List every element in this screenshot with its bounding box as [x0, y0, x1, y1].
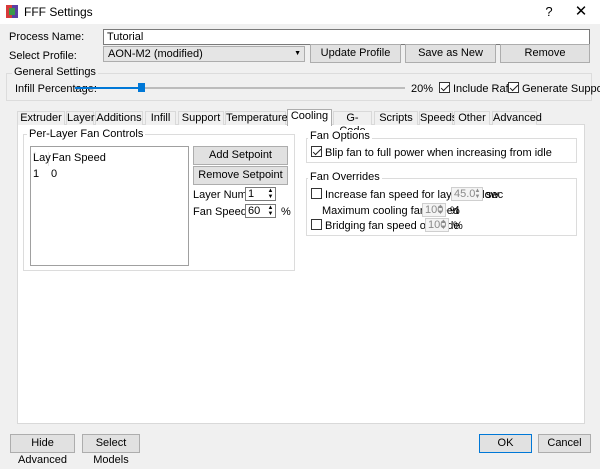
infill-percentage-label: Infill Percentage:	[15, 83, 97, 95]
remove-setpoint-button[interactable]: Remove Setpoint	[193, 166, 288, 185]
process-name-label: Process Name:	[9, 31, 85, 43]
bridging-unit: %	[453, 220, 463, 232]
include-raft-checkbox[interactable]	[439, 82, 450, 93]
fan-speed-spinner[interactable]: 60 ▲ ▼	[245, 204, 276, 218]
fan-options-title: Fan Options	[308, 130, 372, 142]
app-icon	[6, 5, 18, 18]
max-cooling-unit: %	[450, 205, 460, 217]
layer-number-value: 1	[248, 188, 255, 200]
infill-percentage-value: 20%	[411, 83, 434, 95]
save-as-new-button[interactable]: Save as New	[405, 44, 496, 63]
general-settings-title: General Settings	[12, 66, 98, 78]
layer-time-value: 45.0	[454, 188, 476, 200]
bridging-override-checkbox[interactable]	[311, 219, 322, 230]
fan-speed-unit: %	[281, 206, 291, 218]
tab-layer[interactable]: Layer	[66, 111, 95, 125]
profile-select[interactable]: AON-M2 (modified) ▼	[103, 46, 305, 62]
list-item-layer: 1	[33, 168, 40, 180]
generate-support-checkbox[interactable]	[508, 82, 519, 93]
fan-speed-value: 60	[248, 205, 261, 217]
tab-cooling[interactable]: Cooling	[287, 109, 332, 126]
layer-number-spinner[interactable]: 1 ▲ ▼	[245, 187, 276, 201]
list-header-layer[interactable]: Lay	[33, 152, 51, 166]
list-item-fan-speed: 0	[51, 168, 58, 180]
generate-support-label: Generate Support	[522, 83, 600, 95]
process-name-input[interactable]: Tutorial	[103, 29, 590, 45]
tab-infill[interactable]: Infill	[145, 111, 176, 125]
cancel-button[interactable]: Cancel	[538, 434, 591, 453]
blip-fan-checkbox[interactable]	[311, 146, 322, 157]
fan-speed-label: Fan Speed	[193, 206, 247, 218]
max-cooling-spinner[interactable]: 100 ▲ ▼	[422, 203, 446, 217]
layer-time-spinner[interactable]: 45.0 ▲ ▼	[451, 187, 483, 201]
tab-support[interactable]: Support	[178, 111, 224, 125]
tab-extruder[interactable]: Extruder	[17, 111, 65, 125]
remove-profile-button[interactable]: Remove	[500, 44, 590, 63]
tab-temperature[interactable]: Temperature	[225, 111, 288, 125]
tab-advanced[interactable]: Advanced	[492, 111, 542, 125]
layer-time-unit: sec	[486, 189, 504, 201]
spin-down-icon[interactable]: ▼	[267, 211, 274, 217]
tab-g-code[interactable]: G-Code	[333, 111, 372, 137]
fan-setpoint-list[interactable]: ^ Lay Fan Speed 1 0	[30, 146, 189, 266]
list-item[interactable]: 1 0	[32, 168, 182, 182]
ok-button[interactable]: OK	[479, 434, 532, 453]
add-setpoint-button[interactable]: Add Setpoint	[193, 146, 288, 165]
infill-slider-thumb[interactable]	[138, 83, 145, 92]
close-button[interactable]: ✕	[566, 0, 596, 24]
spin-down-icon[interactable]: ▼	[474, 194, 481, 200]
spin-down-icon[interactable]: ▼	[440, 225, 447, 231]
window-title: FFF Settings	[24, 5, 93, 19]
tab-speeds[interactable]: Speeds	[419, 111, 457, 125]
per-layer-fan-title: Per-Layer Fan Controls	[27, 128, 146, 140]
tab-additions[interactable]: Additions	[95, 111, 143, 125]
select-profile-label: Select Profile:	[9, 50, 77, 62]
chevron-down-icon: ▼	[294, 50, 301, 57]
include-raft-label: Include Raft	[453, 83, 512, 95]
infill-slider-fill	[75, 87, 141, 89]
bridging-spinner[interactable]: 100 ▲ ▼	[425, 218, 449, 232]
profile-select-value: AON-M2 (modified)	[108, 48, 203, 60]
help-button[interactable]: ?	[534, 0, 564, 24]
spin-down-icon[interactable]: ▼	[437, 210, 444, 216]
hide-advanced-button[interactable]: Hide Advanced	[10, 434, 75, 466]
select-models-button[interactable]: Select Models	[82, 434, 140, 466]
fan-overrides-title: Fan Overrides	[308, 171, 382, 183]
spin-down-icon[interactable]: ▼	[267, 194, 274, 200]
list-header-fan-speed[interactable]: Fan Speed	[52, 152, 106, 164]
increase-fan-speed-checkbox[interactable]	[311, 188, 322, 199]
update-profile-button[interactable]: Update Profile	[310, 44, 401, 63]
tab-scripts[interactable]: Scripts	[374, 111, 418, 125]
blip-fan-label: Blip fan to full power when increasing f…	[325, 147, 552, 159]
tab-other[interactable]: Other	[454, 111, 490, 125]
